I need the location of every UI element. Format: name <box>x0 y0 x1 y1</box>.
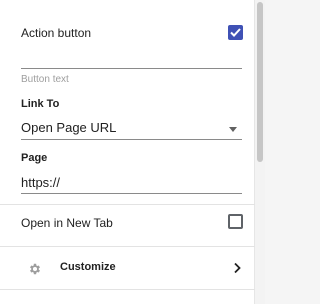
page-url-underline <box>21 193 242 194</box>
action-button-checkbox[interactable] <box>228 25 243 40</box>
customize-label: Customize <box>60 261 116 273</box>
check-icon <box>230 28 241 37</box>
link-to-underline <box>21 139 242 140</box>
customize-row[interactable]: Customize <box>0 247 255 289</box>
open-new-tab-label: Open in New Tab <box>21 216 113 230</box>
divider <box>0 204 255 205</box>
gear-icon <box>30 263 40 275</box>
open-new-tab-checkbox[interactable] <box>228 214 243 229</box>
caret-down-icon[interactable] <box>229 127 237 132</box>
scrollbar-thumb[interactable] <box>257 2 263 162</box>
button-text-field[interactable] <box>21 68 242 69</box>
link-to-label: Link To <box>21 98 60 110</box>
action-button-label: Action button <box>21 26 92 40</box>
page-label: Page <box>21 152 48 164</box>
divider <box>0 289 255 290</box>
button-text-placeholder: Button text <box>21 74 69 85</box>
link-to-select[interactable]: Open Page URL <box>21 120 116 135</box>
settings-panel: Action button Button text Link To Open P… <box>0 0 255 304</box>
chevron-right-icon <box>234 262 241 274</box>
page-url-input[interactable]: https:// <box>21 175 60 190</box>
